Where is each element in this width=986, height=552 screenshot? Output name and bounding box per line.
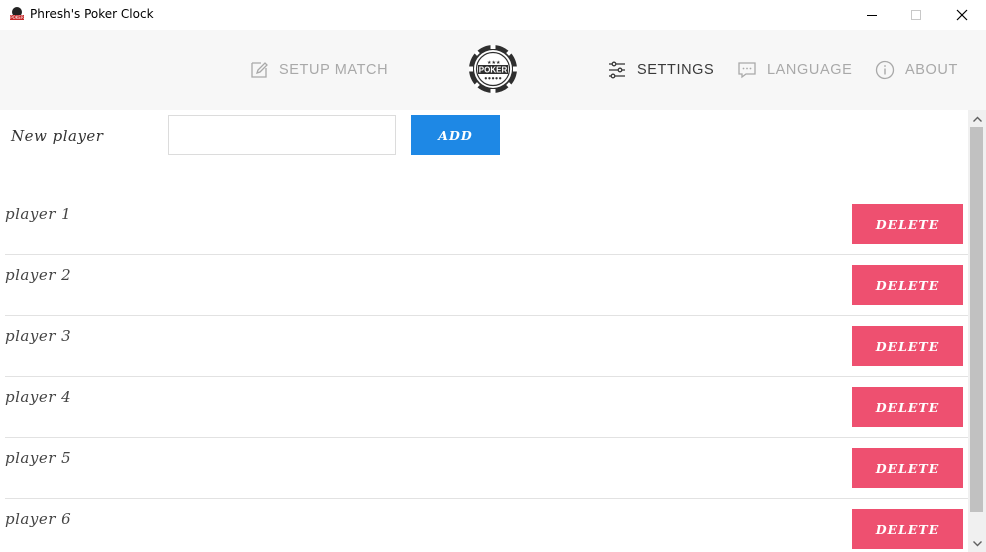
window-title: Phresh's Poker Clock (30, 7, 154, 21)
delete-player-button[interactable]: DELETE (852, 448, 963, 488)
close-button[interactable] (939, 0, 985, 30)
svg-text:● ● ● ● ●: ● ● ● ● ● (485, 76, 502, 80)
sliders-icon (609, 61, 625, 79)
nav-about-label: ABOUT (905, 62, 958, 78)
vertical-scrollbar[interactable] (968, 110, 986, 552)
new-player-label: New player (11, 127, 104, 145)
add-player-button[interactable]: ADD (411, 115, 500, 155)
player-name: player 5 (5, 449, 72, 467)
minimize-button[interactable] (849, 0, 895, 30)
new-player-input[interactable] (168, 115, 396, 155)
close-icon (956, 9, 968, 21)
poker-chip-icon: POKER (10, 7, 24, 20)
logo-text: POKER (479, 66, 508, 75)
player-row: player 4 DELETE (5, 377, 968, 438)
scroll-down-button[interactable] (968, 535, 986, 552)
player-row: player 1 DELETE (5, 194, 968, 255)
player-name: player 4 (5, 388, 72, 406)
nav-setup-match-label: SETUP MATCH (279, 62, 389, 78)
delete-player-button[interactable]: DELETE (852, 265, 963, 305)
scroll-up-button[interactable] (968, 110, 986, 127)
chevron-up-icon (972, 116, 982, 122)
delete-player-button[interactable]: DELETE (852, 387, 963, 427)
nav-language[interactable]: LANGUAGE (737, 30, 852, 110)
nav-settings-label: SETTINGS (637, 62, 715, 78)
player-row: player 2 DELETE (5, 255, 968, 316)
maximize-icon (911, 10, 921, 20)
svg-text:POKER: POKER (10, 15, 24, 20)
minimize-icon (867, 15, 877, 16)
delete-player-button[interactable]: DELETE (852, 204, 963, 244)
player-list: player 1 DELETE player 2 DELETE player 3… (0, 194, 968, 552)
player-name: player 6 (5, 510, 72, 528)
scroll-thumb[interactable] (970, 127, 983, 512)
info-icon (875, 60, 895, 80)
player-name: player 3 (5, 327, 72, 345)
edit-icon (251, 62, 268, 78)
settings-content: New player ADD player 1 DELETE player 2 … (0, 110, 968, 552)
nav-setup-match[interactable]: SETUP MATCH (249, 30, 388, 110)
chevron-down-icon (972, 540, 982, 546)
title-bar: POKER Phresh's Poker Clock (0, 0, 986, 30)
nav-language-label: LANGUAGE (767, 62, 853, 78)
player-name: player 1 (5, 205, 72, 223)
nav-about[interactable]: ABOUT (875, 30, 958, 110)
delete-player-button[interactable]: DELETE (852, 326, 963, 366)
delete-player-button[interactable]: DELETE (852, 509, 963, 549)
poker-logo[interactable]: ★★★ POKER ● ● ● ● ● (468, 44, 518, 94)
nav-bar: SETUP MATCH ★★★ POKER ● ● ● ● ● SETTINGS… (0, 30, 986, 110)
player-name: player 2 (5, 266, 72, 284)
chat-icon (738, 62, 756, 79)
player-row: player 5 DELETE (5, 438, 968, 499)
nav-settings[interactable]: SETTINGS (607, 30, 714, 110)
player-row: player 3 DELETE (5, 316, 968, 377)
player-row: player 6 DELETE (5, 499, 968, 552)
maximize-button[interactable] (893, 0, 939, 30)
